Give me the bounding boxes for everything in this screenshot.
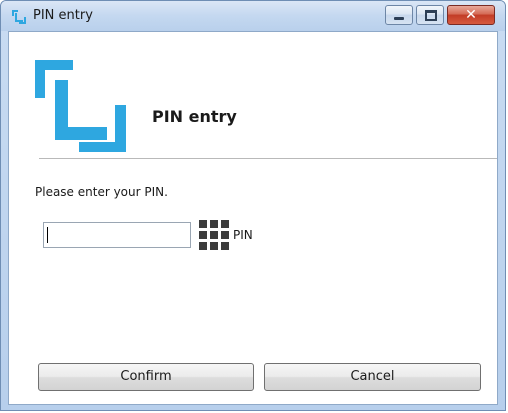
keypad-icon[interactable]: [199, 220, 229, 250]
maximize-button[interactable]: [416, 5, 444, 25]
pin-input[interactable]: [43, 222, 191, 248]
close-button[interactable]: ✕: [447, 5, 495, 25]
pin-entry-app-icon: [12, 10, 26, 24]
minimize-icon: [394, 17, 404, 20]
pin-entry-logo: [35, 60, 126, 152]
pin-prompt: Please enter your PIN.: [35, 185, 168, 199]
page-title: PIN entry: [152, 107, 237, 126]
close-icon: ✕: [465, 7, 477, 23]
divider: [39, 158, 497, 159]
maximize-icon: [425, 10, 437, 21]
window-title: PIN entry: [33, 8, 93, 23]
title-bar[interactable]: PIN entry ✕: [1, 1, 505, 31]
pin-entry-window: PIN entry ✕ PIN entry Please enter your …: [0, 0, 506, 411]
text-caret: [47, 227, 48, 243]
minimize-button[interactable]: [385, 5, 413, 25]
confirm-button[interactable]: Confirm: [38, 363, 254, 391]
dialog-content: PIN entry Please enter your PIN. PIN Con…: [8, 31, 498, 405]
pin-label: PIN: [233, 228, 253, 242]
cancel-button[interactable]: Cancel: [264, 363, 481, 391]
